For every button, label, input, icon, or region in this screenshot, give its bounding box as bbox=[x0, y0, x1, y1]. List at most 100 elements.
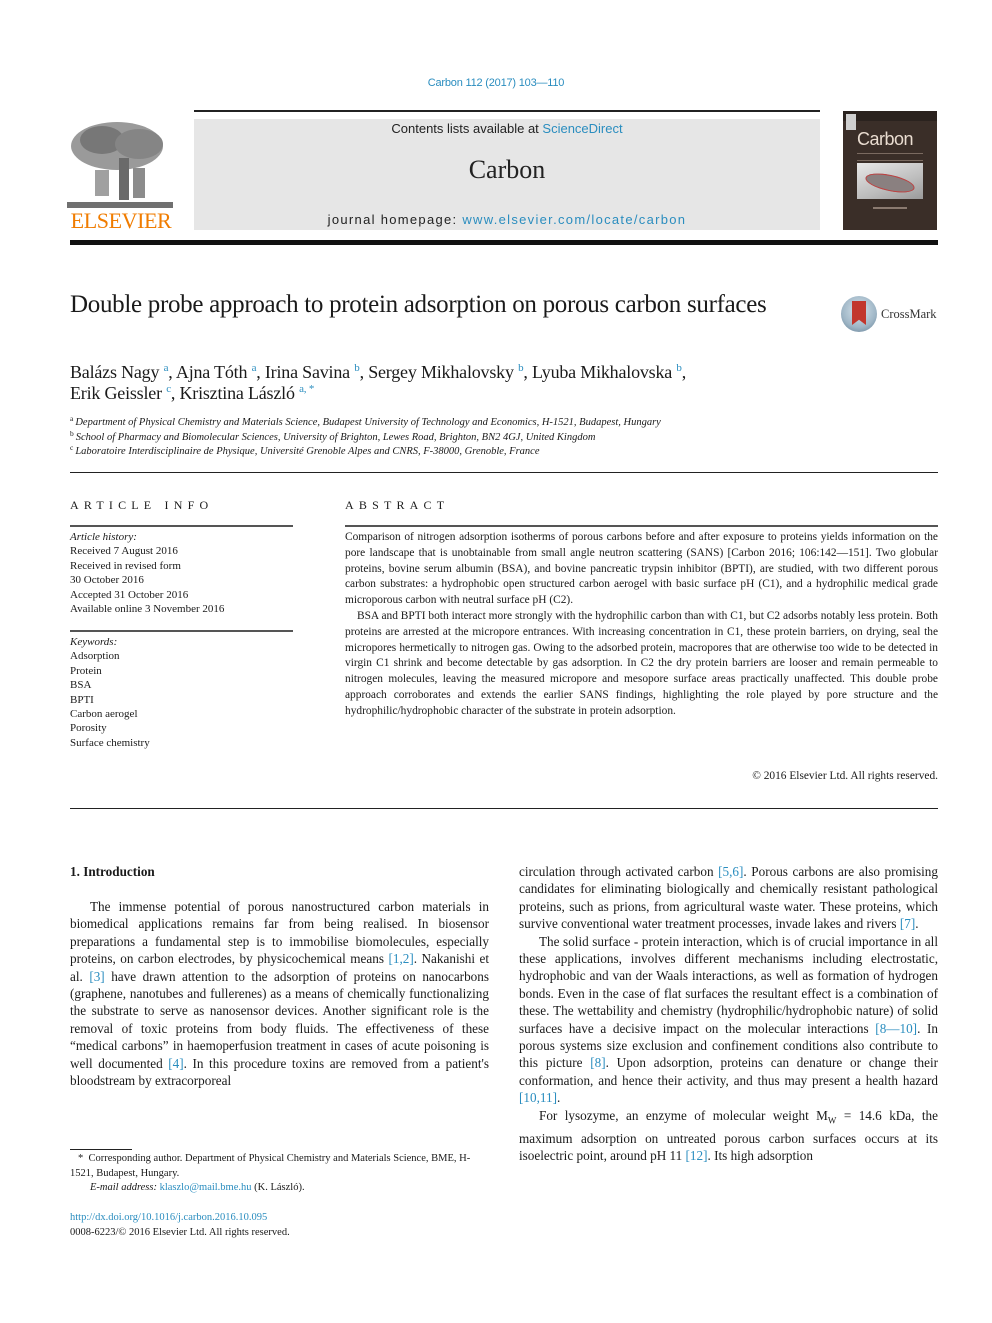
cover-disk-graphic bbox=[863, 169, 917, 197]
author[interactable]: Irina Savina bbox=[265, 362, 350, 382]
journal-cover-thumbnail[interactable]: Carbon bbox=[843, 111, 937, 230]
keyword: BPTI bbox=[70, 693, 94, 706]
affiliation-mark[interactable]: b bbox=[676, 362, 682, 374]
article-history: Article history: Received 7 August 2016 … bbox=[70, 530, 300, 616]
affiliation-divider bbox=[70, 472, 938, 473]
journal-name: Carbon bbox=[468, 155, 546, 184]
article-history-heading: Article history: bbox=[70, 531, 137, 543]
abstract-rule bbox=[345, 525, 938, 527]
issn-copyright: 0008-6223/© 2016 Elsevier Ltd. All right… bbox=[70, 1226, 290, 1238]
affiliation: c Laboratoire Interdisciplinaire de Physi… bbox=[70, 443, 870, 460]
article-info-heading: ARTICLE INFO bbox=[70, 498, 214, 512]
elsevier-tree-icon bbox=[67, 118, 173, 210]
cover-title: Carbon bbox=[857, 129, 914, 149]
elsevier-wordmark: ELSEVIER bbox=[70, 208, 172, 233]
reference-link[interactable]: [4] bbox=[168, 1056, 183, 1071]
sciencedirect-link[interactable]: ScienceDirect bbox=[542, 121, 622, 136]
affiliation-label: b bbox=[70, 428, 74, 438]
keyword: Protein bbox=[70, 664, 102, 677]
abstract-heading: ABSTRACT bbox=[345, 498, 450, 512]
abstract-bottom-rule bbox=[70, 808, 938, 809]
affiliation-mark[interactable]: b bbox=[518, 362, 524, 374]
header-bottom-rule bbox=[70, 240, 938, 245]
keyword: Porosity bbox=[70, 722, 107, 735]
keywords-heading: Keywords: bbox=[70, 636, 118, 648]
contents-prefix: Contents lists available at bbox=[391, 121, 543, 136]
affiliation-text: School of Pharmacy and Biomolecular Scie… bbox=[75, 431, 596, 443]
keyword: Adsorption bbox=[70, 650, 120, 663]
doi-link[interactable]: http://dx.doi.org/10.1016/j.carbon.2016.… bbox=[70, 1212, 267, 1223]
journal-homepage: journal homepage: www.elsevier.com/locat… bbox=[194, 212, 820, 227]
affiliation: a Department of Physical Chemistry and Ma… bbox=[70, 414, 870, 431]
header-top-rule bbox=[194, 110, 820, 112]
abstract-paragraph: Comparison of nitrogen adsorption isothe… bbox=[345, 531, 938, 607]
keywords-rule bbox=[70, 630, 293, 632]
corresponding-text: Corresponding author. Department of Phys… bbox=[70, 1153, 471, 1179]
affiliation-mark[interactable]: b bbox=[354, 362, 360, 374]
author[interactable]: Krisztina László bbox=[179, 383, 294, 403]
body-column-left: The immense potential of porous nanostru… bbox=[70, 898, 489, 1089]
keyword: Surface chemistry bbox=[70, 736, 150, 749]
author-list: Balázs Nagy a, Ajna Tóth a, Irina Savina… bbox=[70, 362, 687, 403]
cover-footer-line bbox=[873, 207, 907, 209]
abstract-paragraph: BSA and BPTI both interact more strongly… bbox=[345, 609, 938, 717]
author[interactable]: Lyuba Mikhalovska bbox=[532, 362, 672, 382]
affiliation-mark[interactable]: c bbox=[166, 383, 171, 395]
crossmark-label: CrossMark bbox=[881, 307, 937, 321]
affiliation-text: Department of Physical Chemistry and Mat… bbox=[75, 417, 661, 428]
reference-link[interactable]: [10,11] bbox=[519, 1090, 557, 1105]
article-info-rule bbox=[70, 525, 293, 527]
body-column-right: circulation through activated carbon [5,… bbox=[519, 863, 938, 1165]
crossmark-button[interactable]: CrossMark bbox=[841, 296, 941, 334]
body-paragraph: The solid surface - protein interaction,… bbox=[519, 933, 938, 1107]
journal-citation[interactable]: Carbon 112 (2017) 103—110 bbox=[0, 77, 992, 89]
affiliation-label: c bbox=[70, 443, 74, 452]
history-item: Received 7 August 2016 bbox=[70, 545, 178, 558]
author[interactable]: Sergey Mikhalovsky bbox=[368, 362, 514, 382]
affiliation-list: a Department of Physical Chemistry and Ma… bbox=[70, 414, 870, 460]
footnote-rule bbox=[70, 1149, 132, 1150]
reference-link[interactable]: [1,2] bbox=[388, 951, 413, 966]
email-suffix: (K. László). bbox=[251, 1182, 305, 1193]
text-run: For lysozyme, an enzyme of molecular wei… bbox=[539, 1107, 828, 1123]
body-paragraph: circulation through activated carbon [5,… bbox=[519, 863, 938, 933]
cover-subtitle-lines bbox=[857, 153, 923, 161]
affiliation-mark[interactable]: a bbox=[164, 362, 169, 374]
reference-link[interactable]: [7] bbox=[900, 916, 915, 931]
abstract-copyright: © 2016 Elsevier Ltd. All rights reserved… bbox=[752, 770, 938, 782]
email-label: E-mail address: bbox=[90, 1182, 160, 1193]
email-link[interactable]: klaszlo@mail.bme.hu bbox=[160, 1182, 252, 1193]
history-item: Received in revised form bbox=[70, 559, 181, 572]
reference-link[interactable]: [8] bbox=[590, 1055, 605, 1070]
author[interactable]: Erik Geissler bbox=[70, 383, 162, 403]
doi-block: http://dx.doi.org/10.1016/j.carbon.2016.… bbox=[70, 1211, 490, 1240]
keyword: Carbon aerogel bbox=[70, 708, 138, 721]
author[interactable]: Balázs Nagy bbox=[70, 362, 159, 382]
history-item: Available online 3 November 2016 bbox=[70, 603, 225, 616]
journal-header-box: Contents lists available at ScienceDirec… bbox=[194, 119, 820, 230]
text-run: . Its high adsorption bbox=[707, 1148, 814, 1164]
abstract-body: Comparison of nitrogen adsorption isothe… bbox=[345, 530, 938, 720]
body-paragraph: For lysozyme, an enzyme of molecular wei… bbox=[519, 1107, 938, 1165]
affiliation-label: a bbox=[70, 414, 74, 423]
history-item: Accepted 31 October 2016 bbox=[70, 588, 189, 601]
reference-link[interactable]: [12] bbox=[686, 1148, 708, 1163]
affiliation: b School of Pharmacy and Biomolecular Sci… bbox=[70, 428, 870, 446]
keywords: Keywords: Adsorption Protein BSA BPTI Ca… bbox=[70, 635, 300, 750]
text-run: circulation through activated carbon bbox=[519, 864, 719, 879]
affiliation-mark[interactable]: a, * bbox=[299, 383, 314, 395]
footnote-star: * bbox=[78, 1153, 84, 1164]
history-item: 30 October 2016 bbox=[70, 574, 144, 587]
reference-link[interactable]: [5,6] bbox=[718, 864, 743, 879]
keyword: BSA bbox=[70, 679, 92, 692]
elsevier-logo[interactable]: ELSEVIER bbox=[67, 118, 175, 234]
corresponding-author-note: * Corresponding author. Department of Ph… bbox=[70, 1152, 490, 1181]
affiliation-mark[interactable]: a bbox=[252, 362, 257, 374]
cover-logo bbox=[846, 114, 856, 130]
homepage-link[interactable]: www.elsevier.com/locate/carbon bbox=[462, 212, 686, 227]
cover-top-band bbox=[843, 111, 937, 121]
text-run: . bbox=[556, 1090, 561, 1106]
author[interactable]: Ajna Tóth bbox=[176, 362, 248, 382]
reference-link[interactable]: [3] bbox=[89, 969, 104, 984]
reference-link[interactable]: [8—10] bbox=[875, 1021, 917, 1036]
